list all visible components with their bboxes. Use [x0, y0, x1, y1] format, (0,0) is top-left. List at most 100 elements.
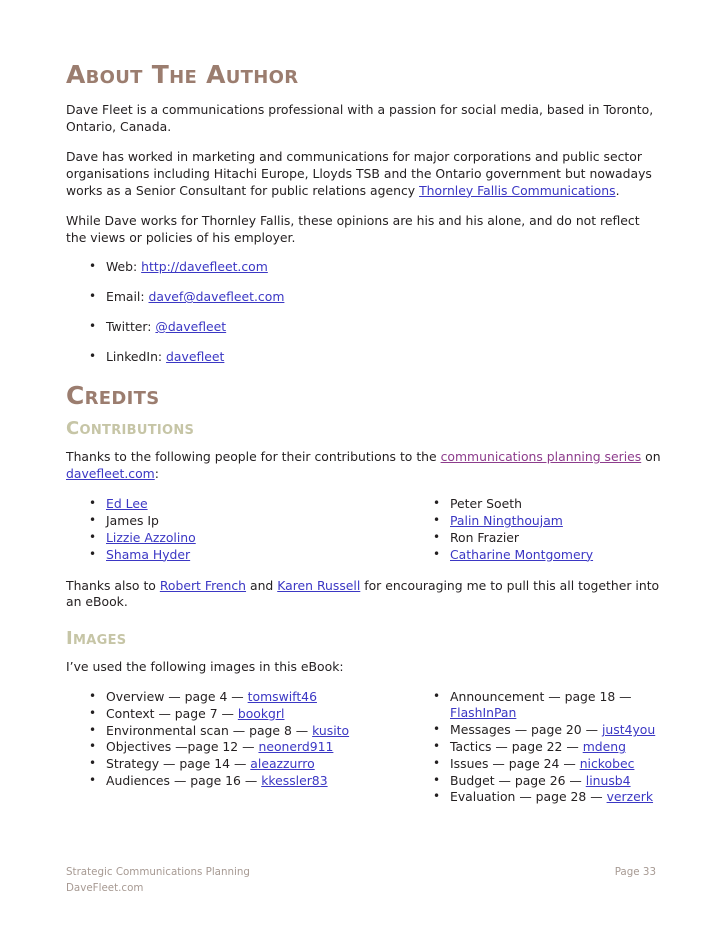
footer-top-row: Strategic Communications Planning Page 3…: [66, 865, 656, 881]
author-intro-paragraph: Dave Fleet is a communications professio…: [66, 102, 654, 134]
link-image-credit-nickobec[interactable]: nickobec: [580, 756, 635, 771]
list-item-contact-twitter: Twitter: @davefleet: [66, 318, 662, 335]
contributors-column-left: Ed Lee James Ip Lizzie Azzolino Shama Hy…: [66, 495, 410, 563]
image-credit-text-strategy: Strategy — page 14 —: [106, 756, 251, 772]
link-image-credit-flashinpan[interactable]: FlashInPan: [450, 705, 516, 720]
link-contributor-ed-lee[interactable]: Ed Lee: [106, 496, 148, 511]
image-credit-text-overview: Overview — page 4 —: [106, 689, 248, 705]
image-credit-text-evaluation: Evaluation — page 28 —: [450, 789, 607, 805]
contact-label-linkedin: LinkedIn:: [106, 348, 167, 364]
link-image-credit-neonerd911[interactable]: neonerd911: [258, 739, 333, 754]
contributions-intro-part-3: :: [154, 465, 159, 481]
contributor-ron-frazier: Ron Frazier: [450, 529, 520, 545]
author-disclaimer-paragraph: While Dave works for Thornley Fallis, th…: [66, 213, 640, 245]
list-item: Environmental scan — page 8 — kusito: [66, 722, 410, 739]
contact-label-web: Web:: [106, 259, 142, 275]
list-item: Catharine Montgomery: [410, 546, 662, 563]
author-contact-list: Web: http://davefleet.com Email: davef@d…: [66, 258, 662, 365]
list-item: Ed Lee: [66, 495, 410, 512]
list-item: Lizzie Azzolino: [66, 529, 410, 546]
image-credits-column-left: Overview — page 4 — tomswift46 Context —…: [66, 688, 410, 790]
list-item-contact-linkedin: LinkedIn: davefleet: [66, 348, 662, 365]
list-item: Objectives —page 12 — neonerd911: [66, 738, 410, 755]
contributions-intro-part-1: Thanks to the following people for their…: [66, 449, 441, 465]
document-page: About The Author Dave Fleet is a communi…: [0, 0, 728, 942]
list-item: James Ip: [66, 512, 410, 529]
footer-site-name: DaveFleet.com: [66, 881, 144, 894]
heading-images: Images: [66, 627, 127, 649]
link-image-credit-tomswift46[interactable]: tomswift46: [248, 689, 317, 704]
footer-site-name-row: DaveFleet.com: [66, 881, 656, 897]
image-credit-text-objectives: Objectives —page 12 —: [106, 739, 259, 755]
contributor-james-ip: James Ip: [106, 513, 159, 529]
image-credits-list-left: Overview — page 4 — tomswift46 Context —…: [66, 688, 410, 789]
list-item: Context — page 7 — bookgrl: [66, 705, 410, 722]
list-item: Issues — page 24 — nickobec: [410, 755, 662, 772]
list-item: Announcement — page 18 — FlashInPan: [410, 688, 662, 722]
list-item: Overview — page 4 — tomswift46: [66, 688, 410, 705]
list-item: Ron Frazier: [410, 529, 662, 546]
image-credit-text-announcement: Announcement — page 18 —: [450, 689, 632, 705]
link-contributor-shama-hyder[interactable]: Shama Hyder: [106, 547, 190, 562]
link-email[interactable]: davef@davefleet.com: [149, 289, 285, 304]
image-credit-text-context: Context — page 7 —: [106, 705, 238, 721]
link-karen-russell[interactable]: Karen Russell: [277, 578, 360, 593]
image-credit-text-audiences: Audiences — page 16 —: [106, 773, 262, 789]
link-linkedin[interactable]: davefleet: [166, 349, 224, 364]
link-contributor-palin-ningthoujam[interactable]: Palin Ningthoujam: [450, 513, 563, 528]
image-credit-text-environmental-scan: Environmental scan — page 8 —: [106, 722, 313, 738]
list-item: Palin Ningthoujam: [410, 512, 662, 529]
list-item-contact-email: Email: davef@davefleet.com: [66, 288, 662, 305]
contributions-intro-paragraph: Thanks to the following people for their…: [66, 449, 662, 482]
link-image-credit-just4you[interactable]: just4you: [602, 722, 655, 737]
list-item: Messages — page 20 — just4you: [410, 721, 662, 738]
contributions-closing-paragraph: Thanks also to Robert French and Karen R…: [66, 578, 662, 611]
page-content: About The Author Dave Fleet is a communi…: [66, 60, 662, 806]
heading-about-the-author: About The Author: [66, 60, 299, 89]
link-communications-planning-series[interactable]: communications planning series: [441, 449, 642, 464]
link-robert-french[interactable]: Robert French: [160, 578, 246, 593]
link-image-credit-kkessler83[interactable]: kkessler83: [261, 773, 327, 788]
link-contributor-catharine-montgomery[interactable]: Catharine Montgomery: [450, 547, 593, 562]
link-image-credit-linusb4[interactable]: linusb4: [586, 773, 631, 788]
author-career-paragraph: Dave has worked in marketing and communi…: [66, 149, 662, 199]
contributors-list-right: Peter Soeth Palin Ningthoujam Ron Frazie…: [410, 495, 662, 563]
image-credit-text-tactics: Tactics — page 22 —: [450, 738, 583, 754]
list-item: Tactics — page 22 — mdeng: [410, 738, 662, 755]
contributors-columns: Ed Lee James Ip Lizzie Azzolino Shama Hy…: [66, 495, 662, 563]
contributors-list-left: Ed Lee James Ip Lizzie Azzolino Shama Hy…: [66, 495, 410, 563]
list-item: Shama Hyder: [66, 546, 410, 563]
heading-contributions: Contributions: [66, 418, 195, 440]
image-credits-columns: Overview — page 4 — tomswift46 Context —…: [66, 688, 662, 806]
link-contributor-lizzie-azzolino[interactable]: Lizzie Azzolino: [106, 530, 196, 545]
list-item: Peter Soeth: [410, 495, 662, 512]
image-credit-text-issues: Issues — page 24 —: [450, 755, 580, 771]
closing-part-2: and: [246, 577, 278, 593]
link-twitter[interactable]: @davefleet: [155, 319, 226, 334]
image-credits-column-right: Announcement — page 18 — FlashInPan Mess…: [410, 688, 662, 806]
images-intro-paragraph: I’ve used the following images in this e…: [66, 658, 344, 674]
link-image-credit-kusito[interactable]: kusito: [312, 723, 349, 738]
image-credit-text-budget: Budget — page 26 —: [450, 772, 586, 788]
footer-page-number: Page 33: [614, 866, 656, 878]
link-thornley-fallis-communications[interactable]: Thornley Fallis Communications: [419, 183, 616, 198]
list-item: Audiences — page 16 — kkessler83: [66, 772, 410, 789]
link-davefleet-com[interactable]: davefleet.com: [66, 466, 155, 481]
list-item: Strategy — page 14 — aleazzurro: [66, 755, 410, 772]
contributors-column-right: Peter Soeth Palin Ningthoujam Ron Frazie…: [410, 495, 662, 563]
link-image-credit-aleazzurro[interactable]: aleazzurro: [250, 756, 314, 771]
link-website[interactable]: http://davefleet.com: [141, 259, 268, 274]
image-credits-list-right: Announcement — page 18 — FlashInPan Mess…: [410, 688, 662, 806]
link-image-credit-bookgrl[interactable]: bookgrl: [238, 706, 285, 721]
page-footer: Strategic Communications Planning Page 3…: [66, 865, 656, 896]
heading-credits: Credits: [66, 381, 160, 411]
link-image-credit-mdeng[interactable]: mdeng: [583, 739, 626, 754]
list-item-contact-web: Web: http://davefleet.com: [66, 258, 662, 275]
footer-document-title: Strategic Communications Planning: [66, 866, 250, 878]
link-image-credit-verzerk[interactable]: verzerk: [607, 789, 653, 804]
contributions-intro-part-2: on: [641, 449, 661, 465]
contact-label-email: Email:: [106, 289, 149, 305]
image-credit-text-messages: Messages — page 20 —: [450, 722, 602, 738]
contributor-peter-soeth: Peter Soeth: [450, 496, 522, 512]
author-career-text-part-2: .: [615, 182, 620, 198]
